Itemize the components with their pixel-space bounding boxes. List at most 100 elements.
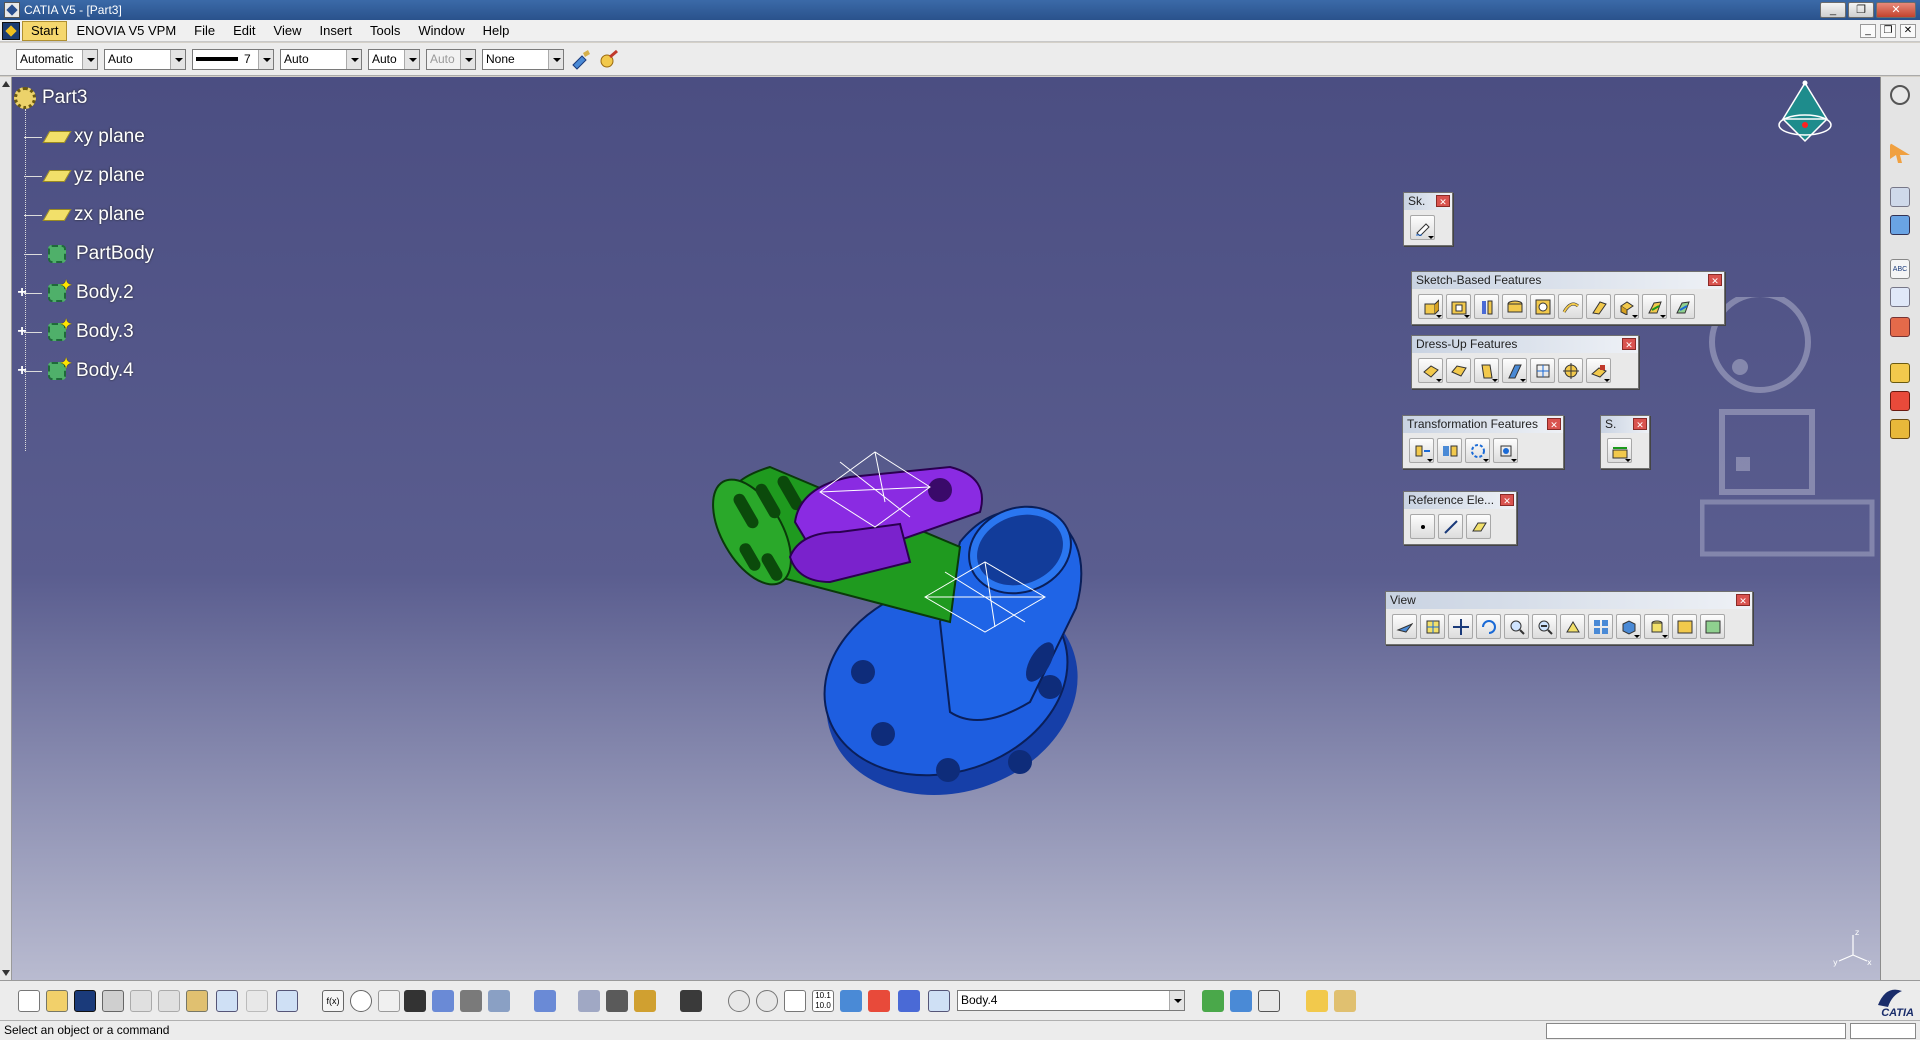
apply-material-icon[interactable] xyxy=(1890,317,1910,337)
scale-icon[interactable]: 10.1 10.0 xyxy=(812,990,834,1012)
insert-geometrical-set-icon[interactable] xyxy=(1230,990,1252,1012)
copy-icon[interactable] xyxy=(158,990,180,1012)
update-icon[interactable] xyxy=(488,990,510,1012)
zoom-out-icon[interactable] xyxy=(1532,614,1557,639)
text-icon[interactable] xyxy=(1890,287,1910,307)
menu-tools[interactable]: Tools xyxy=(361,20,409,42)
catia-app-icon[interactable] xyxy=(4,2,20,18)
pocket-icon[interactable] xyxy=(1446,294,1471,319)
translation-icon[interactable] xyxy=(1409,438,1434,463)
cylinder-icon[interactable] xyxy=(840,990,862,1012)
measure-icon[interactable] xyxy=(1890,215,1910,235)
axis-system-icon[interactable] xyxy=(784,990,806,1012)
lock-icon[interactable] xyxy=(460,990,482,1012)
tree-scrollbar[interactable] xyxy=(0,77,12,980)
sketch-icon[interactable] xyxy=(1410,215,1435,240)
rotate-icon[interactable] xyxy=(1476,614,1501,639)
doc-minimize-button[interactable]: _ xyxy=(1860,24,1876,38)
assemble-icon[interactable] xyxy=(1306,990,1328,1012)
doc-close-button[interactable]: ✕ xyxy=(1900,24,1916,38)
menu-file[interactable]: File xyxy=(185,20,224,42)
scaling-icon[interactable] xyxy=(1493,438,1518,463)
slot-icon[interactable] xyxy=(1586,294,1611,319)
zoom-in-icon[interactable] xyxy=(1504,614,1529,639)
body-select[interactable]: Body.4 xyxy=(957,990,1185,1011)
new-file-icon[interactable] xyxy=(18,990,40,1012)
removed-multi-sections-icon[interactable] xyxy=(1670,294,1695,319)
tree-item-body-2[interactable]: + ✦ Body.2 xyxy=(17,277,133,306)
hide-show-icon[interactable] xyxy=(1672,614,1697,639)
tree-item-body-4[interactable]: + ✦ Body.4 xyxy=(17,355,133,384)
edge-fillet-icon[interactable] xyxy=(1418,358,1443,383)
whats-this-icon[interactable] xyxy=(276,990,298,1012)
toolbar-close-button[interactable]: ✕ xyxy=(1500,494,1514,506)
formula-icon[interactable]: f(x) xyxy=(322,990,344,1012)
rib-icon[interactable] xyxy=(1558,294,1583,319)
paste-icon[interactable] xyxy=(186,990,208,1012)
expand-icon[interactable]: + xyxy=(15,363,29,379)
boolean-icon[interactable] xyxy=(1334,990,1356,1012)
select-arrow-icon[interactable] xyxy=(1890,143,1910,163)
tree-item-partbody[interactable]: PartBody xyxy=(24,241,154,267)
multi-view-icon[interactable] xyxy=(1588,614,1613,639)
menu-enovia[interactable]: ENOVIA V5 VPM xyxy=(67,20,185,42)
annotation-icon[interactable]: ABC xyxy=(1890,259,1910,279)
toolbar-close-button[interactable]: ✕ xyxy=(1622,338,1636,350)
toolbar-close-button[interactable]: ✕ xyxy=(1436,195,1450,207)
toolbar-close-button[interactable]: ✕ xyxy=(1633,418,1647,430)
insert-body-icon[interactable] xyxy=(1202,990,1224,1012)
fit-all-in-icon[interactable] xyxy=(1420,614,1445,639)
maximize-button[interactable]: ❐ xyxy=(1848,2,1874,18)
color-select[interactable]: Automatic xyxy=(16,48,98,70)
shaft-icon[interactable] xyxy=(1474,294,1499,319)
chamfer-icon[interactable] xyxy=(1446,358,1471,383)
menu-view[interactable]: View xyxy=(265,20,311,42)
tree-item-xy-plane[interactable]: xy plane xyxy=(24,124,145,150)
painter-icon[interactable] xyxy=(570,48,592,70)
workbench-icon[interactable] xyxy=(2,21,20,40)
menu-edit[interactable]: Edit xyxy=(224,20,264,42)
catalog-browser-icon[interactable] xyxy=(432,990,454,1012)
rotate-view-icon[interactable] xyxy=(728,990,750,1012)
cut-icon[interactable] xyxy=(130,990,152,1012)
toolbar-close-button[interactable]: ✕ xyxy=(1736,594,1750,606)
command-input[interactable] xyxy=(1546,1023,1846,1039)
normal-view-icon[interactable] xyxy=(1560,614,1585,639)
point-symbol-select[interactable]: Auto xyxy=(368,48,420,70)
shell-icon[interactable] xyxy=(1502,358,1527,383)
groove-icon[interactable] xyxy=(1502,294,1527,319)
hand-icon[interactable] xyxy=(756,990,778,1012)
close-button[interactable]: ✕ xyxy=(1876,2,1916,18)
3d-viewport[interactable]: Part3 xy plane yz plane zx plane PartBod… xyxy=(0,77,1880,980)
isometric-view-icon[interactable] xyxy=(1616,614,1641,639)
tree-item-zx-plane[interactable]: zx plane xyxy=(24,202,145,228)
tree-root[interactable]: Part3 xyxy=(14,85,87,111)
knowledge-advisor-icon[interactable] xyxy=(350,990,372,1012)
shading-icon[interactable] xyxy=(1644,614,1669,639)
expand-icon[interactable]: + xyxy=(15,285,29,301)
linewidth-select[interactable]: 7 xyxy=(192,48,274,70)
point-icon[interactable] xyxy=(1410,514,1435,539)
transparency-select[interactable]: Auto xyxy=(104,48,186,70)
expand-icon[interactable]: + xyxy=(15,324,29,340)
menu-start[interactable]: Start xyxy=(22,20,68,41)
draft-icon[interactable] xyxy=(1474,358,1499,383)
tree-item-body-3[interactable]: + ✦ Body.3 xyxy=(17,316,133,345)
quick-select-icon[interactable] xyxy=(868,990,890,1012)
split-icon[interactable] xyxy=(1607,438,1632,463)
multi-sections-solid-icon[interactable] xyxy=(1642,294,1667,319)
light-icon[interactable] xyxy=(378,990,400,1012)
constraint-icon[interactable] xyxy=(578,990,600,1012)
graphic-properties-icon[interactable] xyxy=(598,48,620,70)
menu-insert[interactable]: Insert xyxy=(310,20,361,42)
menu-help[interactable]: Help xyxy=(474,20,519,42)
command-secondary-field[interactable] xyxy=(1850,1023,1916,1039)
undo-icon[interactable] xyxy=(216,990,238,1012)
capture-icon[interactable] xyxy=(680,990,702,1012)
menu-window[interactable]: Window xyxy=(409,20,473,42)
hole-icon[interactable] xyxy=(1530,294,1555,319)
fly-mode-icon[interactable] xyxy=(1392,614,1417,639)
analysis-icon[interactable] xyxy=(1890,363,1910,383)
remove-face-icon[interactable] xyxy=(1586,358,1611,383)
toolbar-close-button[interactable]: ✕ xyxy=(1547,418,1561,430)
